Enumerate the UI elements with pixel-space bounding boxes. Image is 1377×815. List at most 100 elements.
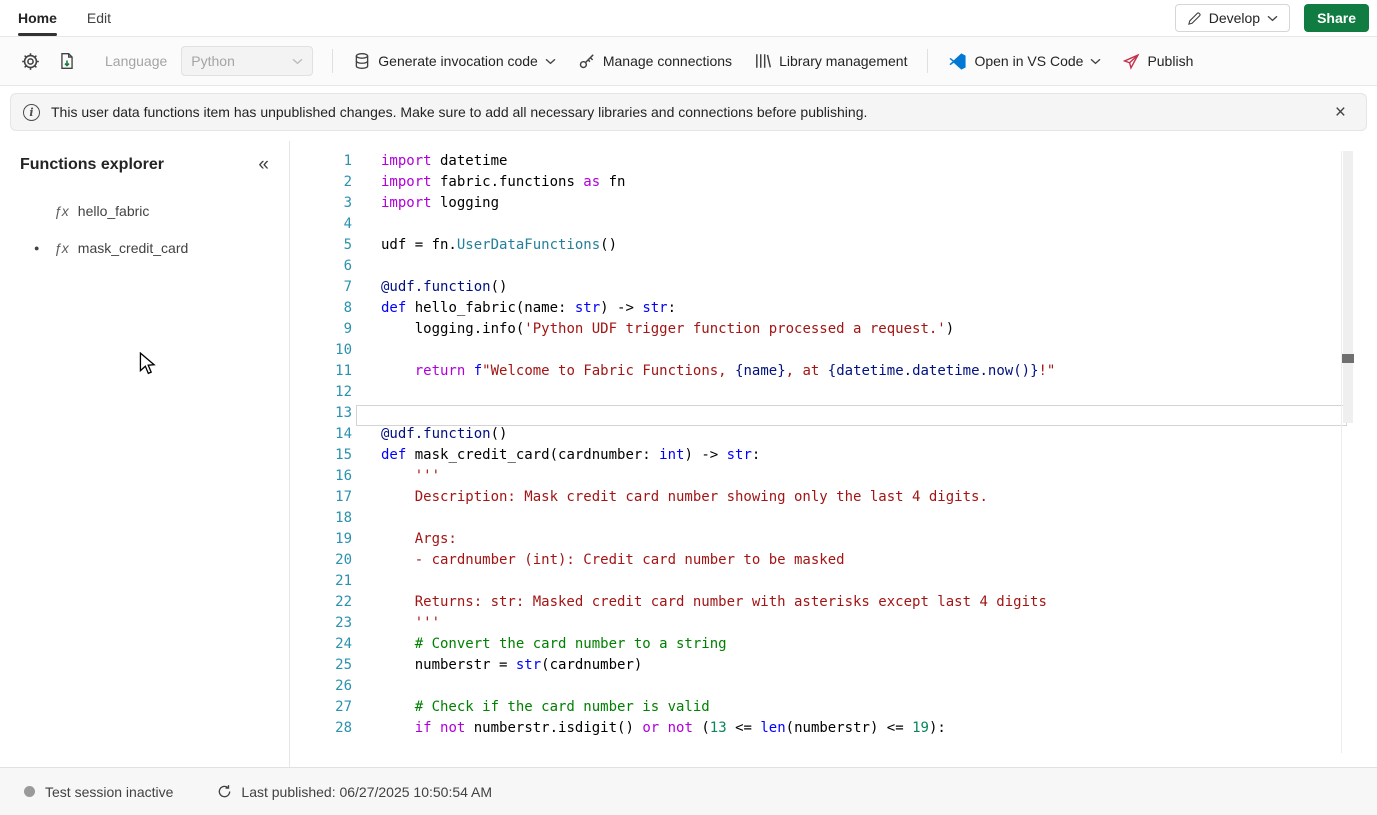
function-name: hello_fabric: [77, 202, 150, 219]
save-button[interactable]: [51, 46, 83, 76]
language-select[interactable]: Python: [181, 46, 314, 76]
line-content[interactable]: [356, 384, 1347, 405]
line-content[interactable]: numberstr = str(cardnumber): [356, 657, 1347, 678]
generate-invocation-code-label: Generate invocation code: [378, 53, 538, 69]
code-line[interactable]: 5 udf = fn.UserDataFunctions(): [290, 237, 1377, 258]
function-name: mask_credit_card: [77, 239, 189, 256]
line-content[interactable]: import logging: [356, 195, 1347, 216]
modified-indicator-dot: ●: [34, 242, 40, 253]
line-content[interactable]: import fabric.functions as fn: [356, 174, 1347, 195]
line-content[interactable]: return f"Welcome to Fabric Functions, {n…: [356, 363, 1347, 384]
publish-icon: [1123, 53, 1140, 70]
function-list-item[interactable]: ●ƒxhello_fabric: [0, 192, 289, 229]
develop-button[interactable]: Develop: [1174, 4, 1291, 32]
pencil-icon: [1187, 11, 1202, 26]
tab-edit-label: Edit: [86, 10, 112, 26]
line-content[interactable]: Description: Mask credit card number sho…: [356, 489, 1347, 510]
code-line[interactable]: 27 # Check if the card number is valid: [290, 699, 1377, 720]
line-content[interactable]: [356, 510, 1347, 531]
code-line[interactable]: 8 def hello_fabric(name: str) -> str:: [290, 300, 1377, 321]
code-line[interactable]: 10: [290, 342, 1377, 363]
code-line[interactable]: 4: [290, 216, 1377, 237]
editor-scrollbar[interactable]: [1341, 151, 1354, 753]
code-line[interactable]: 9 logging.info('Python UDF trigger funct…: [290, 321, 1377, 342]
manage-connections-button[interactable]: Manage connections: [569, 46, 741, 76]
code-line[interactable]: 2 import fabric.functions as fn: [290, 174, 1377, 195]
line-content[interactable]: udf = fn.UserDataFunctions(): [356, 237, 1347, 258]
line-content[interactable]: [356, 405, 1347, 426]
line-number: 8: [343, 300, 352, 316]
collapse-panel-button[interactable]: «: [258, 154, 269, 176]
code-line[interactable]: 17 Description: Mask credit card number …: [290, 489, 1377, 510]
tab-edit[interactable]: Edit: [87, 0, 111, 36]
line-number: 20: [335, 552, 352, 568]
line-content[interactable]: ''': [356, 615, 1347, 636]
line-content[interactable]: import datetime: [356, 153, 1347, 174]
settings-button[interactable]: [14, 46, 47, 77]
code-line[interactable]: 22 Returns: str: Masked credit card numb…: [290, 594, 1377, 615]
code-line[interactable]: 25 numberstr = str(cardnumber): [290, 657, 1377, 678]
line-content[interactable]: ''': [356, 468, 1347, 489]
share-button[interactable]: Share: [1304, 4, 1369, 32]
code-line[interactable]: 15 def mask_credit_card(cardnumber: int) …: [290, 447, 1377, 468]
code-line[interactable]: 13: [290, 405, 1377, 426]
code-line[interactable]: 26: [290, 678, 1377, 699]
code-line[interactable]: 11 return f"Welcome to Fabric Functions,…: [290, 363, 1377, 384]
line-content[interactable]: @udf.function(): [356, 279, 1347, 300]
top-menu-bar: Home Edit Develop Share: [0, 0, 1377, 37]
line-content[interactable]: logging.info('Python UDF trigger functio…: [356, 321, 1347, 342]
code-line[interactable]: 19 Args:: [290, 531, 1377, 552]
line-content[interactable]: Returns: str: Masked credit card number …: [356, 594, 1347, 615]
line-number: 10: [335, 342, 352, 358]
code-line[interactable]: 20 - cardnumber (int): Credit card numbe…: [290, 552, 1377, 573]
key-icon: [578, 52, 596, 70]
line-content[interactable]: [356, 216, 1347, 237]
line-content[interactable]: [356, 342, 1347, 363]
code-line[interactable]: 23 ''': [290, 615, 1377, 636]
code-editor[interactable]: 1 import datetime 2 import fabric.functions…: [290, 141, 1377, 767]
line-number: 4: [343, 216, 352, 232]
line-number: 17: [335, 489, 352, 505]
function-list-item[interactable]: ● ƒx mask_credit_card: [0, 229, 289, 266]
code-line[interactable]: 3 import logging: [290, 195, 1377, 216]
code-line[interactable]: 18: [290, 510, 1377, 531]
refresh-button[interactable]: [217, 784, 232, 799]
code-line[interactable]: 14 @udf.function(): [290, 426, 1377, 447]
line-number: 9: [343, 321, 352, 337]
code-line[interactable]: 21: [290, 573, 1377, 594]
line-number: 28: [335, 720, 352, 736]
line-number: 26: [335, 678, 352, 694]
code-line[interactable]: 16 ''': [290, 468, 1377, 489]
line-content[interactable]: # Convert the card number to a string: [356, 636, 1347, 657]
banner-message: This user data functions item has unpubl…: [51, 104, 868, 120]
code-line[interactable]: 7 @udf.function(): [290, 279, 1377, 300]
tab-home[interactable]: Home: [18, 0, 57, 36]
open-in-vscode-button[interactable]: Open in VS Code: [939, 46, 1110, 77]
line-content[interactable]: [356, 678, 1347, 699]
line-content[interactable]: # Check if the card number is valid: [356, 699, 1347, 720]
last-published-text: Last published: 06/27/2025 10:50:54 AM: [241, 783, 493, 800]
line-number: 11: [335, 363, 352, 379]
code-line[interactable]: 12: [290, 384, 1377, 405]
line-content[interactable]: @udf.function(): [356, 426, 1347, 447]
library-management-button[interactable]: Library management: [745, 46, 916, 76]
scrollbar-thumb[interactable]: [1343, 151, 1353, 423]
line-content[interactable]: [356, 258, 1347, 279]
ribbon-tabs: Home Edit: [18, 0, 111, 36]
generate-invocation-code-button[interactable]: Generate invocation code: [344, 46, 565, 76]
line-number: 3: [343, 195, 352, 211]
session-status-text: Test session inactive: [45, 783, 174, 800]
line-content[interactable]: if not numberstr.isdigit() or not (13 <=…: [356, 720, 1347, 741]
code-line[interactable]: 1 import datetime: [290, 153, 1377, 174]
main-area: Functions explorer « ● ƒx hello_fabric ● ƒx m…: [0, 141, 1377, 767]
code-line[interactable]: 6: [290, 258, 1377, 279]
line-content[interactable]: def hello_fabric(name: str) -> str:: [356, 300, 1347, 321]
line-content[interactable]: Args:: [356, 531, 1347, 552]
line-content[interactable]: def mask_credit_card(cardnumber: int) ->…: [356, 447, 1347, 468]
line-content[interactable]: [356, 573, 1347, 594]
code-line[interactable]: 24 # Convert the card number to a string: [290, 636, 1377, 657]
banner-close-button[interactable]: ×: [1327, 101, 1354, 124]
publish-button[interactable]: Publish: [1114, 47, 1202, 76]
line-content[interactable]: - cardnumber (int): Credit card number t…: [356, 552, 1347, 573]
code-line[interactable]: 28 if not numberstr.isdigit() or not (13…: [290, 720, 1377, 741]
